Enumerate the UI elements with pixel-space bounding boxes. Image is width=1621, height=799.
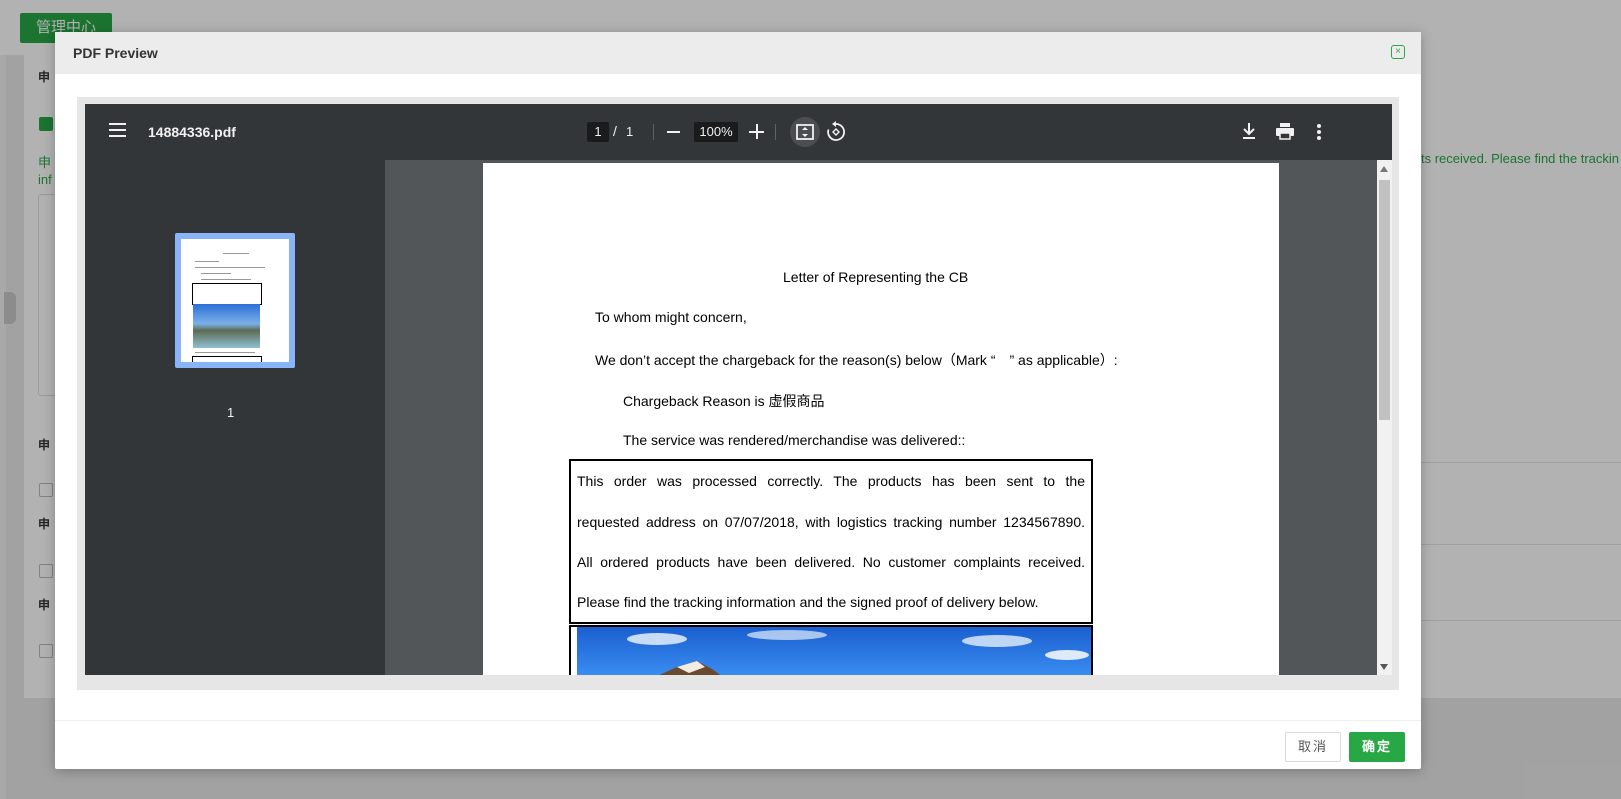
page-thumbnail[interactable]	[175, 233, 295, 368]
cancel-button[interactable]: 取消	[1285, 732, 1341, 762]
vertical-scrollbar[interactable]	[1377, 160, 1392, 675]
footer-divider	[55, 720, 1421, 721]
document-statement: We don’t accept the chargeback for the r…	[595, 352, 1118, 368]
close-icon[interactable]: ×	[1391, 45, 1405, 59]
thumbnail-page-preview	[181, 239, 289, 362]
zoom-input[interactable]: 100%	[694, 122, 738, 142]
zoom-out-icon[interactable]	[667, 131, 680, 133]
scroll-down-icon[interactable]	[1380, 664, 1388, 670]
fit-to-page-icon[interactable]	[790, 117, 820, 147]
explanation-line: This order was processed correctly. The …	[577, 473, 1085, 489]
thumbnail-page-number: 1	[227, 405, 235, 420]
explanation-line: Please find the tracking information and…	[577, 594, 1039, 610]
toolbar-divider	[653, 124, 654, 140]
page-separator: /	[613, 123, 617, 139]
mountain-image	[577, 627, 1091, 675]
more-options-icon[interactable]	[1317, 124, 1321, 140]
page-number-input[interactable]: 1	[587, 122, 609, 142]
toolbar-divider	[775, 124, 776, 140]
scroll-up-icon[interactable]	[1380, 166, 1388, 172]
menu-icon[interactable]	[109, 123, 126, 137]
modal-title: PDF Preview	[73, 45, 158, 61]
scrollbar-thumb[interactable]	[1379, 180, 1390, 420]
modal-header: PDF Preview ×	[55, 32, 1421, 74]
pdf-viewer: 14884336.pdf 1 / 1 100% 1 Letter of Repr…	[85, 104, 1392, 675]
rotate-icon[interactable]	[825, 121, 847, 143]
confirm-button[interactable]: 确定	[1349, 732, 1405, 762]
pdf-preview-modal: PDF Preview × 14884336.pdf 1 / 1 100% 1 …	[55, 32, 1421, 769]
proof-image-frame	[569, 625, 1093, 675]
document-reason: Chargeback Reason is 虚假商品	[623, 393, 825, 409]
explanation-box: This order was processed correctly. The …	[569, 459, 1093, 624]
total-pages: 1	[626, 124, 634, 139]
explanation-line: All ordered products have been delivered…	[577, 554, 1085, 570]
pdf-page: Letter of Representing the CB To whom mi…	[483, 163, 1279, 675]
pdf-filename: 14884336.pdf	[148, 124, 236, 140]
explanation-line: requested address on 07/07/2018, with lo…	[577, 514, 1085, 530]
document-delivered: The service was rendered/merchandise was…	[623, 432, 966, 448]
print-icon[interactable]	[1274, 121, 1296, 141]
zoom-in-icon[interactable]	[749, 124, 764, 139]
download-icon[interactable]	[1239, 121, 1259, 141]
thumbnail-sidebar: 1	[85, 160, 385, 675]
pdf-toolbar: 14884336.pdf 1 / 1 100%	[85, 104, 1392, 160]
document-salutation: To whom might concern,	[595, 309, 747, 325]
document-title: Letter of Representing the CB	[783, 269, 969, 285]
